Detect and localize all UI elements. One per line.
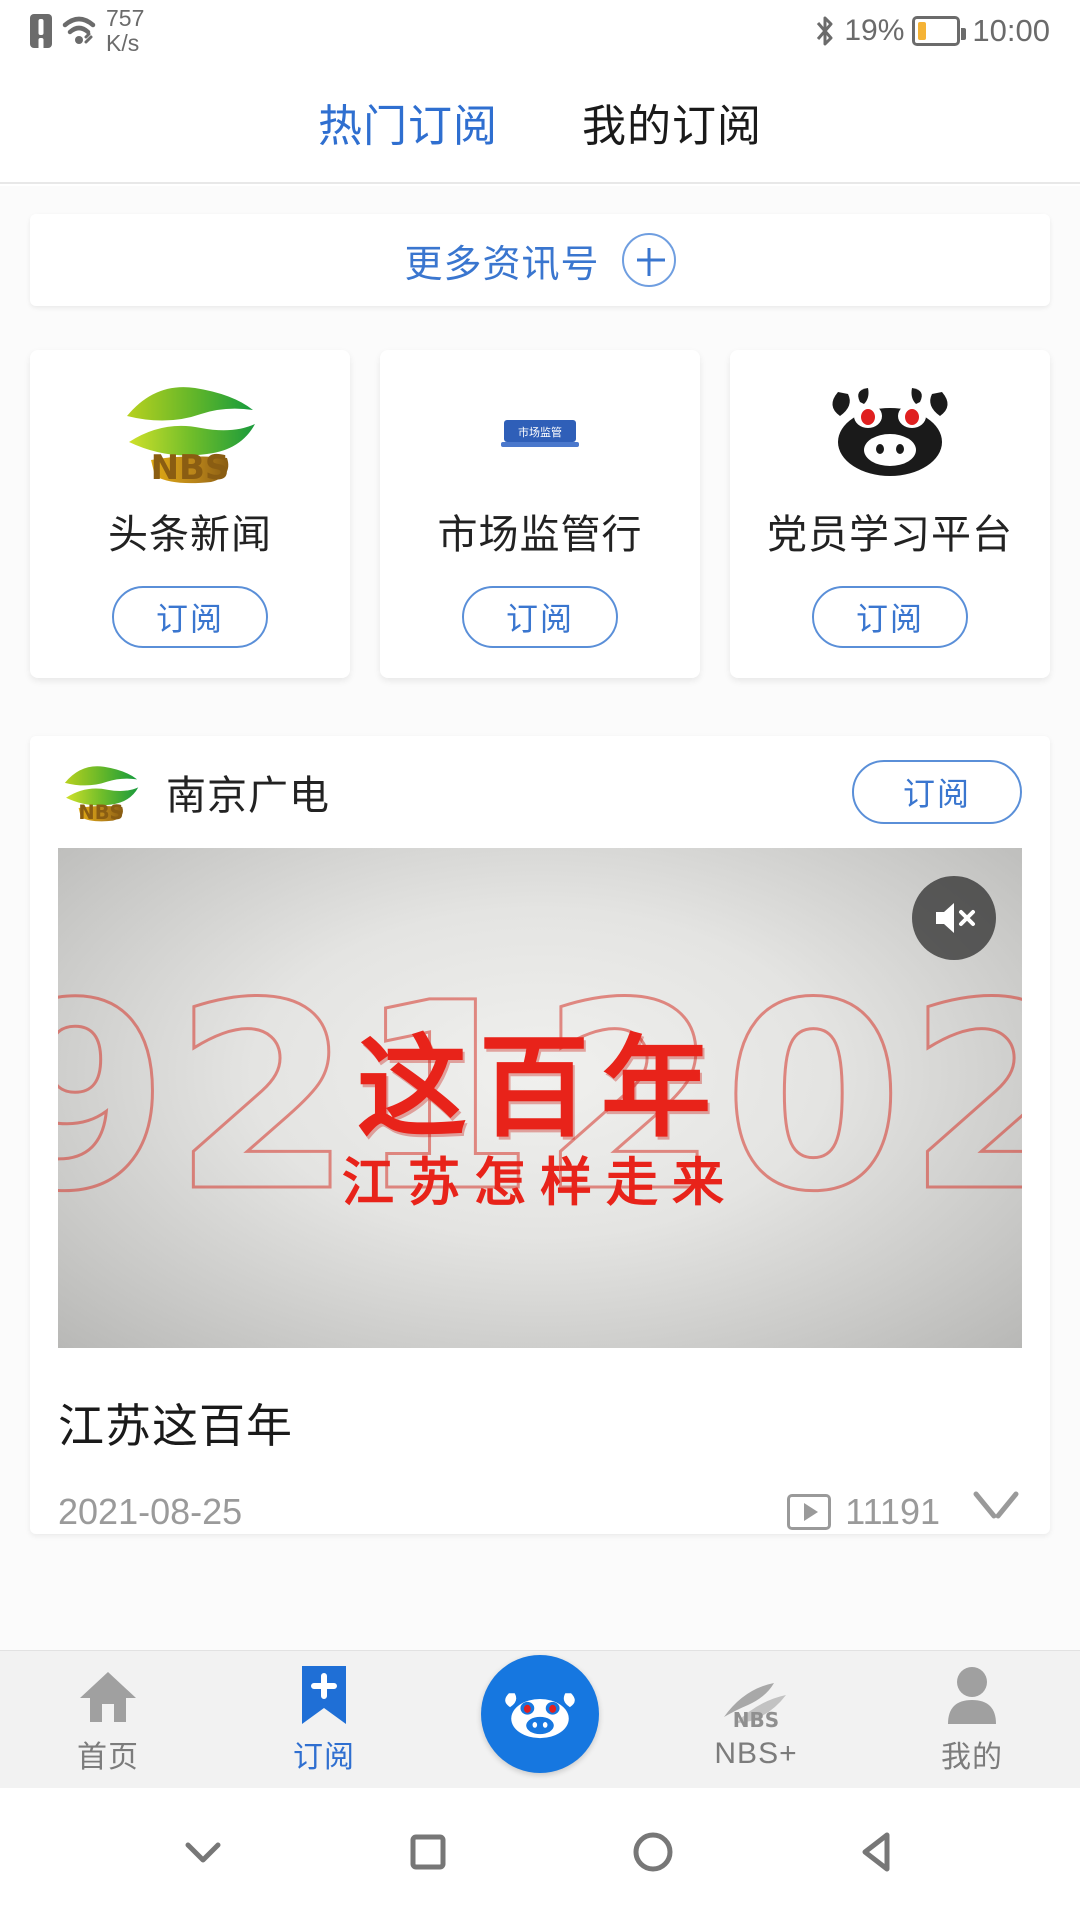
bottom-nav-subscribe[interactable]: 订阅 xyxy=(216,1664,432,1776)
play-count-icon xyxy=(787,1494,832,1530)
subscribe-button[interactable]: 订阅 xyxy=(812,586,968,648)
tab-my-subscriptions[interactable]: 我的订阅 xyxy=(570,90,774,154)
subscribe-button[interactable]: 订阅 xyxy=(112,586,268,648)
feed-item-meta: 2021-08-25 11191 xyxy=(30,1456,1050,1534)
plus-circle-icon[interactable] xyxy=(621,233,676,287)
sim-alert-icon xyxy=(30,14,52,48)
share-icon[interactable] xyxy=(970,1490,1022,1534)
circle-icon[interactable] xyxy=(626,1825,680,1884)
nbs-leaf-logo: NBS xyxy=(58,756,144,828)
status-bar: 757 K/s 19% 10:00 xyxy=(0,0,1080,62)
bottom-tab-bar: 首页 订阅 NBS NBS+ 我的 xyxy=(0,1650,1080,1788)
nbs-plus-icon: NBS xyxy=(716,1669,796,1731)
bluetooth-icon xyxy=(814,15,836,47)
network-speed-unit: K/s xyxy=(106,30,140,56)
bottom-nav-nbsplus-label: NBS+ xyxy=(714,1736,798,1770)
recommended-accounts-row: NBS 头条新闻 订阅 市场监管 市场监管行 订阅 党员学习平台 订阅 xyxy=(30,350,1050,678)
cow-mascot-logo xyxy=(730,376,1050,488)
chevron-down-icon[interactable] xyxy=(176,1825,230,1884)
tab-hot-subscriptions[interactable]: 热门订阅 xyxy=(306,90,510,154)
feed-item-title: 江苏这百年 xyxy=(58,1400,293,1452)
account-card[interactable]: 市场监管 市场监管行 订阅 xyxy=(380,350,700,678)
person-icon xyxy=(944,1664,1000,1726)
bottom-nav-mine-label: 我的 xyxy=(941,1740,1003,1774)
account-name: 党员学习平台 xyxy=(767,513,1013,557)
subscribe-button[interactable]: 订阅 xyxy=(462,586,618,648)
account-card[interactable]: NBS 头条新闻 订阅 xyxy=(30,350,350,678)
bottom-nav-home-label: 首页 xyxy=(77,1740,139,1774)
battery-percent: 19% xyxy=(844,14,905,47)
battery-icon xyxy=(912,16,967,46)
market-supervision-logo: 市场监管 xyxy=(380,376,700,488)
video-headline: 这百年 xyxy=(357,1023,723,1152)
play-count: 11191 xyxy=(845,1491,940,1532)
cow-mascot-icon xyxy=(481,1654,599,1773)
account-name: 头条新闻 xyxy=(108,513,272,557)
nbs-leaf-logo: NBS xyxy=(30,376,350,488)
bottom-nav-home[interactable]: 首页 xyxy=(0,1664,216,1776)
square-icon[interactable] xyxy=(401,1825,455,1884)
feed-item-date: 2021-08-25 xyxy=(58,1491,243,1532)
top-tab-bar: 热门订阅 我的订阅 xyxy=(0,62,1080,184)
bottom-nav-subscribe-label: 订阅 xyxy=(293,1740,355,1774)
svg-text:NBS: NBS xyxy=(733,1708,779,1731)
video-subhead: 江苏怎样走来 xyxy=(341,1152,739,1214)
back-triangle-icon[interactable] xyxy=(851,1825,905,1884)
battery-fill xyxy=(918,22,927,40)
more-accounts-banner[interactable]: 更多资讯号 xyxy=(30,214,1050,306)
status-bar-left: 757 K/s xyxy=(30,6,144,56)
network-speed-value: 757 xyxy=(106,5,145,31)
video-thumbnail[interactable]: 19212021 这百年 江苏怎样走来 xyxy=(58,848,1022,1348)
home-icon xyxy=(77,1664,139,1726)
wifi-icon xyxy=(62,14,96,48)
bookmark-plus-icon xyxy=(296,1664,352,1726)
scroll-content[interactable]: 更多资讯号 NBS 头条新闻 订阅 市场监管 市场监管行 订阅 党员学习平台 订… xyxy=(0,186,1080,1650)
svg-text:NBS: NBS xyxy=(78,801,123,824)
more-accounts-label: 更多资讯号 xyxy=(404,243,600,286)
speaker-muted-icon[interactable] xyxy=(912,876,996,960)
bottom-nav-mascot[interactable] xyxy=(432,1654,648,1785)
status-bar-right: 19% 10:00 xyxy=(814,13,1050,49)
network-speed: 757 K/s xyxy=(106,6,144,56)
bottom-nav-mine[interactable]: 我的 xyxy=(864,1664,1080,1776)
account-name: 市场监管行 xyxy=(437,513,643,557)
feed-account-name: 南京广电 xyxy=(166,774,330,818)
feed-item[interactable]: NBS 南京广电 订阅 19212021 这百年 江苏怎样走来 江苏这百年 20… xyxy=(30,736,1050,1534)
svg-text:市场监管: 市场监管 xyxy=(518,425,562,439)
bottom-nav-nbsplus[interactable]: NBS NBS+ xyxy=(648,1669,864,1771)
clock: 10:00 xyxy=(972,13,1050,48)
account-card[interactable]: 党员学习平台 订阅 xyxy=(730,350,1050,678)
feed-item-stats: 11191 xyxy=(787,1490,1022,1534)
system-navigation-bar xyxy=(0,1788,1080,1920)
feed-subscribe-button[interactable]: 订阅 xyxy=(852,760,1022,824)
feed-item-header: NBS 南京广电 订阅 xyxy=(30,736,1050,848)
svg-text:NBS: NBS xyxy=(151,448,230,488)
